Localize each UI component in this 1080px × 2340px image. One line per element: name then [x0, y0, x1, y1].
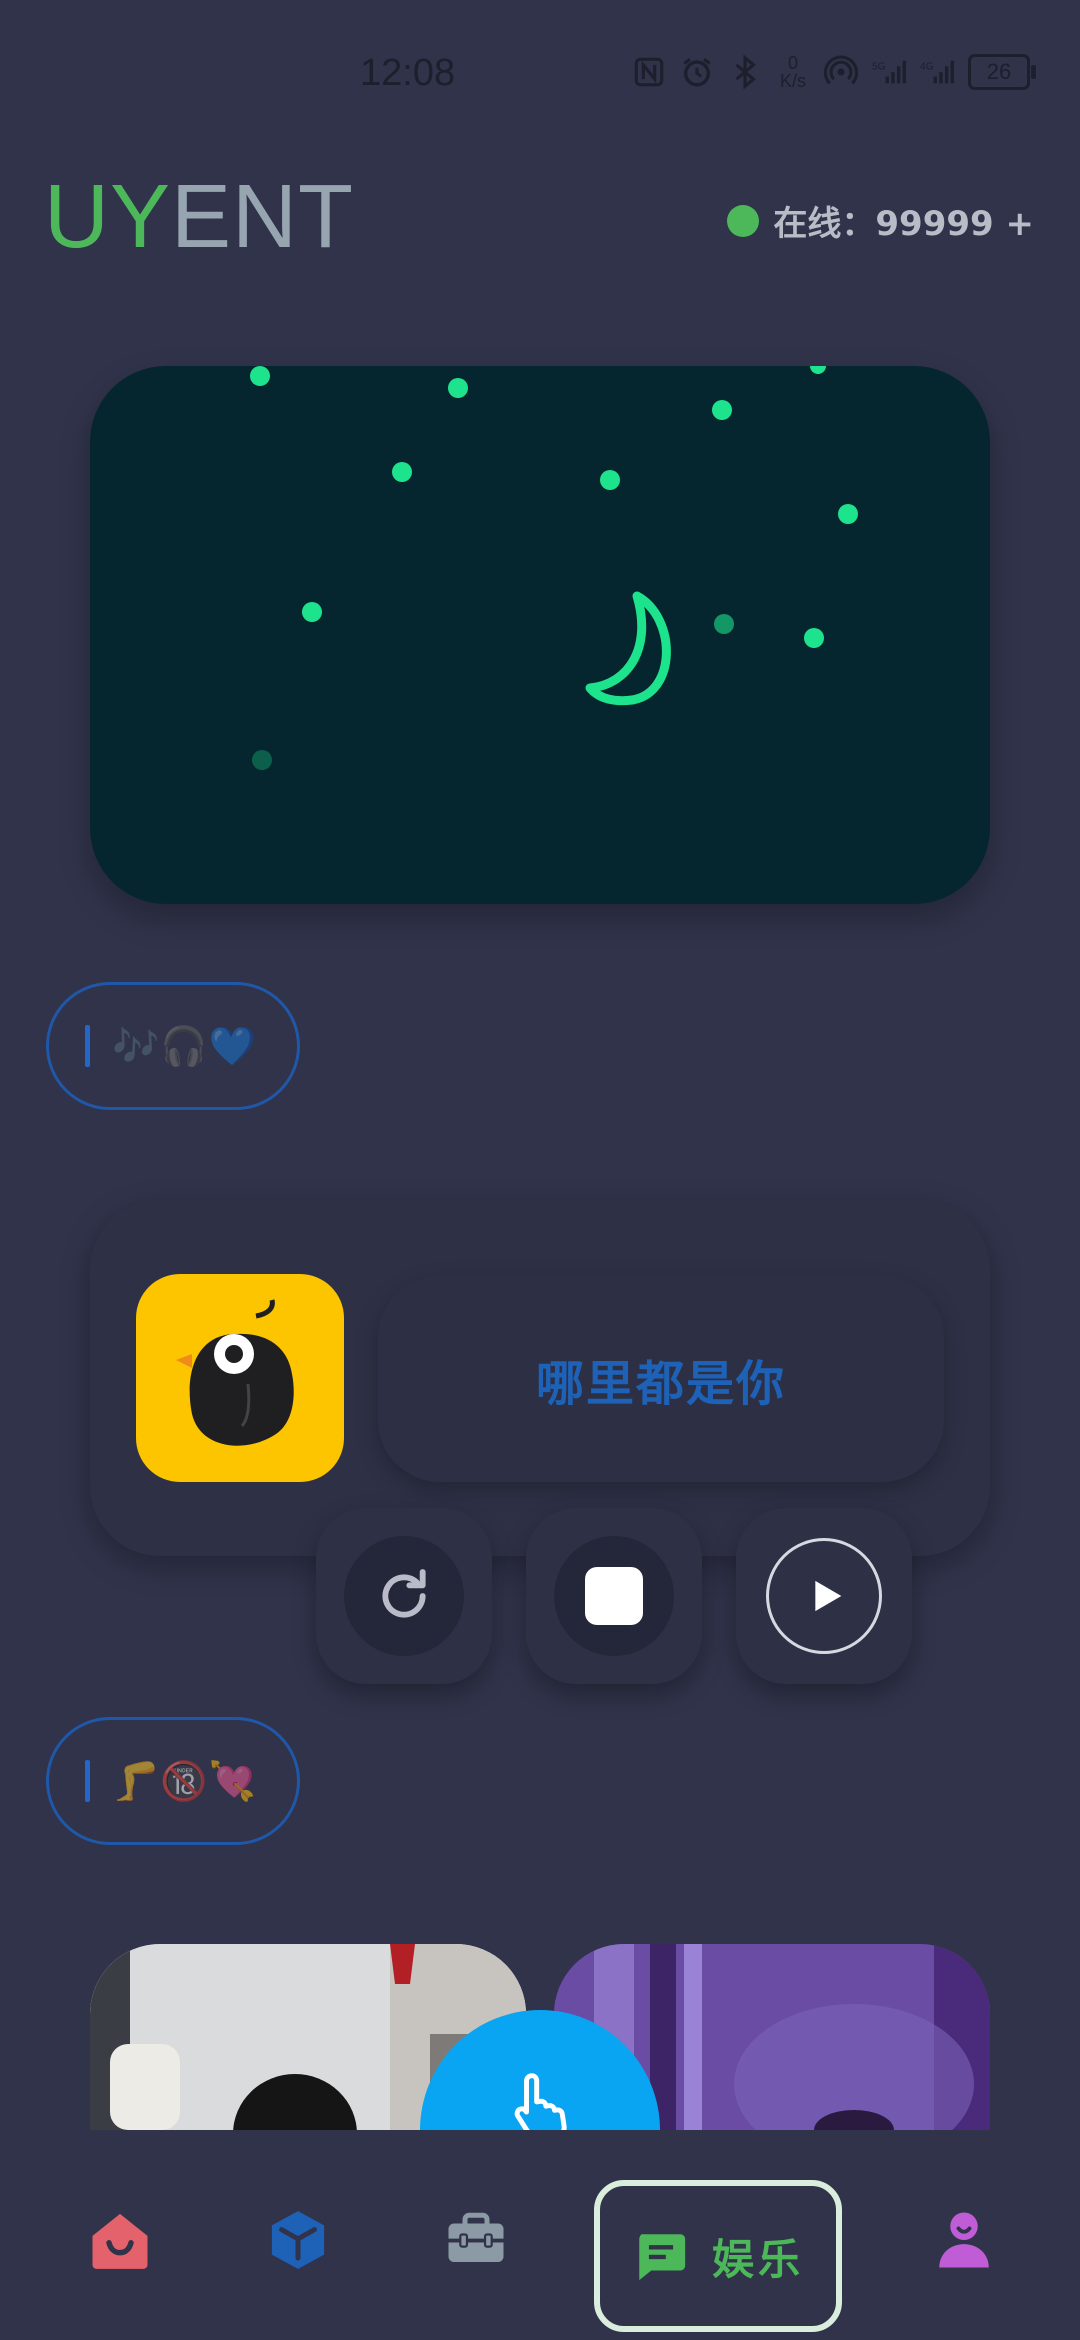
star	[302, 602, 322, 622]
star	[392, 462, 412, 482]
song-title: 哪里都是你	[535, 1356, 786, 1412]
song-title-box[interactable]: 哪里都是你	[378, 1276, 944, 1482]
star	[250, 366, 270, 386]
svg-text:4G: 4G	[920, 62, 934, 73]
adult-tag[interactable]: 🦵🔞💘	[46, 1717, 300, 1845]
battery-indicator: 26	[968, 54, 1036, 90]
status-time: 12:08	[360, 52, 456, 94]
star	[448, 378, 468, 398]
star	[714, 614, 734, 634]
signal-4g-icon: 4G	[920, 55, 954, 89]
profile-icon	[939, 2212, 989, 2268]
nav-cube[interactable]	[262, 2204, 334, 2276]
online-count: 在线：99999 +	[727, 196, 1034, 245]
bluetooth-icon	[728, 55, 762, 89]
night-sky-card[interactable]	[90, 366, 990, 904]
nav-active-label: 娱乐	[711, 2234, 804, 2284]
tag-bar	[85, 1025, 90, 1067]
net-speed: 0 K/s	[779, 53, 806, 91]
bottom-nav: 娱乐	[0, 2130, 1080, 2340]
star	[838, 504, 858, 524]
star	[804, 628, 824, 648]
tag-bar	[85, 1760, 90, 1802]
play-button[interactable]	[736, 1508, 912, 1684]
online-status-dot	[727, 204, 760, 237]
music-tag[interactable]: 🎶🎧💙	[46, 982, 300, 1110]
star	[712, 400, 732, 420]
star	[810, 366, 826, 374]
home-icon	[92, 2213, 148, 2269]
refresh-button[interactable]	[316, 1508, 492, 1684]
play-icon	[815, 1580, 842, 1612]
nfc-icon	[632, 55, 666, 89]
nav-home[interactable]	[84, 2204, 156, 2276]
svg-text:5G: 5G	[872, 62, 886, 73]
nav-entertainment[interactable]: 娱乐	[594, 2180, 842, 2332]
online-label: 在线：99999 +	[773, 204, 1034, 244]
cube-icon	[271, 2211, 325, 2269]
toolbox-icon	[448, 2212, 504, 2262]
refresh-icon	[382, 1569, 426, 1618]
hotspot-icon	[824, 55, 858, 89]
bird-logo-icon[interactable]	[136, 1274, 344, 1482]
status-icons: 0 K/s 5G 4G 26	[632, 53, 1036, 91]
nav-toolbox[interactable]	[440, 2204, 512, 2276]
signal-5g-icon: 5G	[872, 55, 906, 89]
stop-button[interactable]	[526, 1508, 702, 1684]
app-logo: UYENT	[44, 167, 355, 267]
adult-tag-label: 🦵🔞💘	[112, 1758, 257, 1803]
star	[252, 750, 272, 770]
alarm-icon	[680, 55, 714, 89]
status-bar: 12:08 0 K/s 5G 4G 26	[0, 0, 1080, 150]
chat-icon	[639, 2234, 686, 2281]
music-tag-label: 🎶🎧💙	[112, 1023, 257, 1068]
stop-icon	[585, 1567, 643, 1625]
star	[600, 470, 620, 490]
nav-profile[interactable]	[928, 2204, 1000, 2276]
moon-icon	[585, 591, 671, 706]
